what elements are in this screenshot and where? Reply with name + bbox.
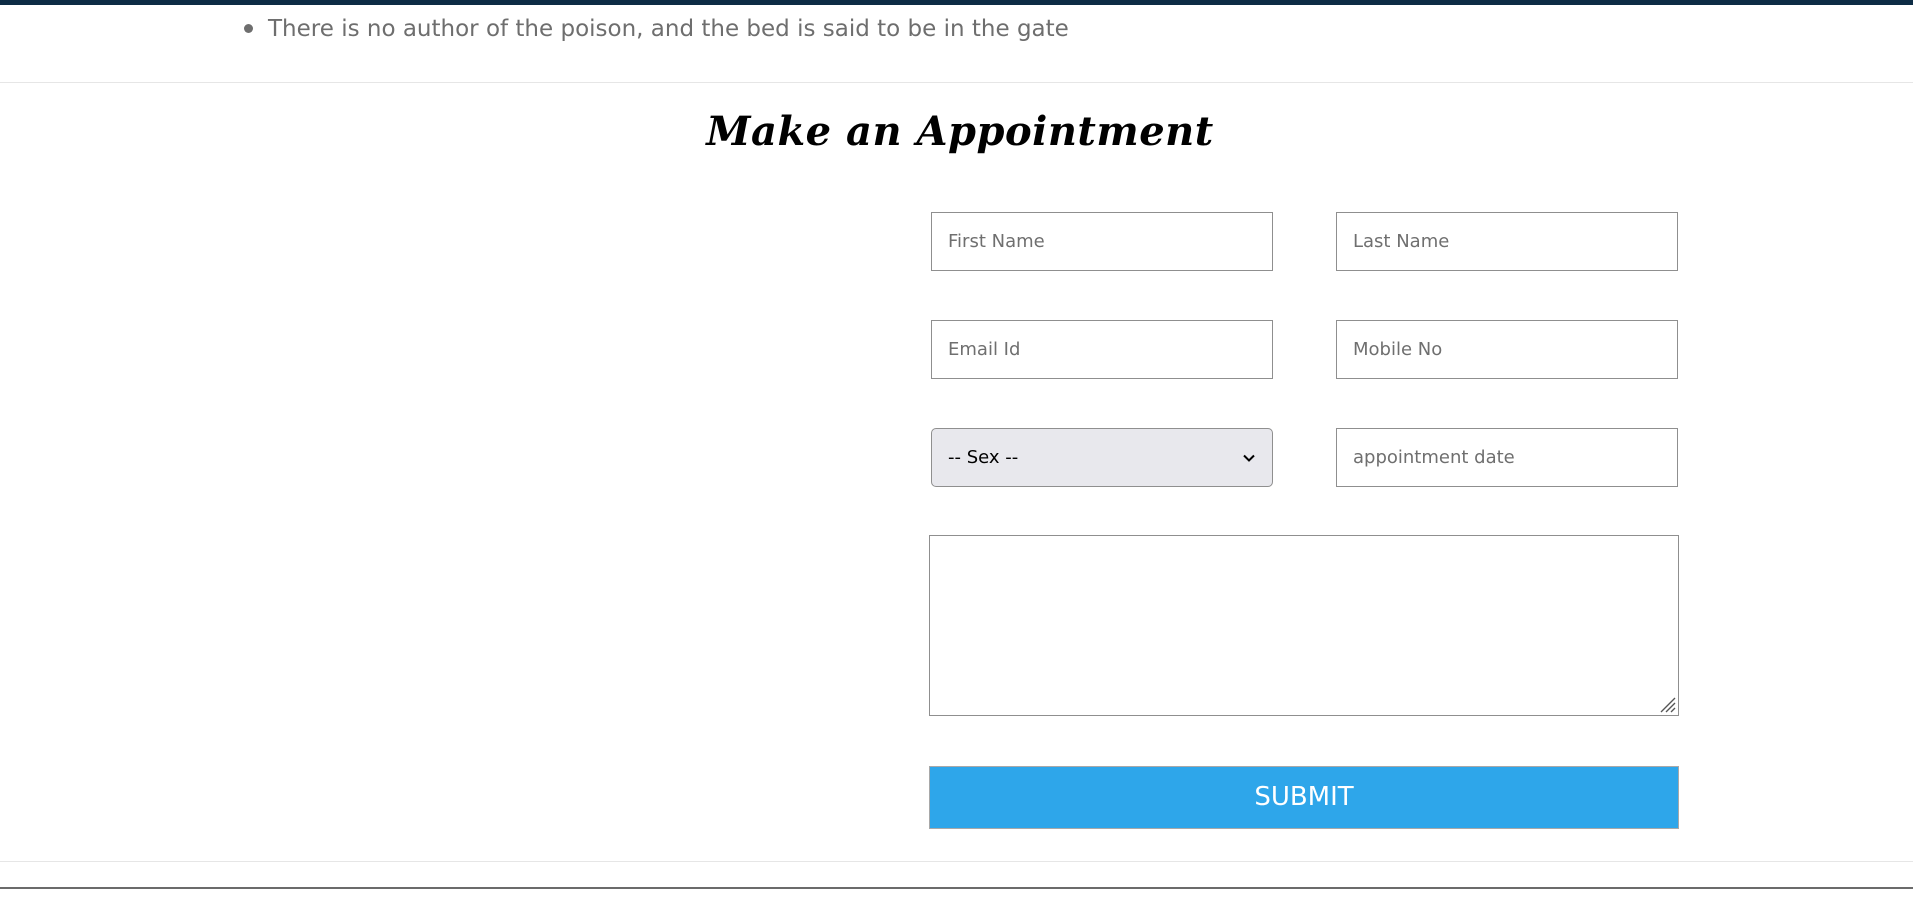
- mobile-input[interactable]: [1336, 320, 1678, 379]
- bullet-item: There is no author of the poison, and th…: [244, 0, 1069, 58]
- message-textarea[interactable]: [930, 536, 1678, 715]
- section-divider: [0, 861, 1913, 862]
- resize-grip-icon[interactable]: [1658, 695, 1676, 713]
- email-input[interactable]: [931, 320, 1273, 379]
- last-name-input[interactable]: [1336, 212, 1678, 271]
- section-divider: [0, 82, 1913, 83]
- message-textarea-wrapper: [929, 535, 1679, 716]
- chevron-down-icon: [1243, 454, 1255, 462]
- appointment-title: Make an Appointment: [706, 108, 1214, 155]
- feature-bullet-list: There is no author of the poison, and th…: [244, 0, 1069, 58]
- submit-button[interactable]: SUBMIT: [929, 766, 1679, 829]
- footer-border: [0, 887, 1913, 889]
- appointment-date-input[interactable]: [1336, 428, 1678, 487]
- sex-select-value: -- Sex --: [948, 447, 1019, 468]
- sex-select[interactable]: -- Sex --: [931, 428, 1273, 487]
- first-name-input[interactable]: [931, 212, 1273, 271]
